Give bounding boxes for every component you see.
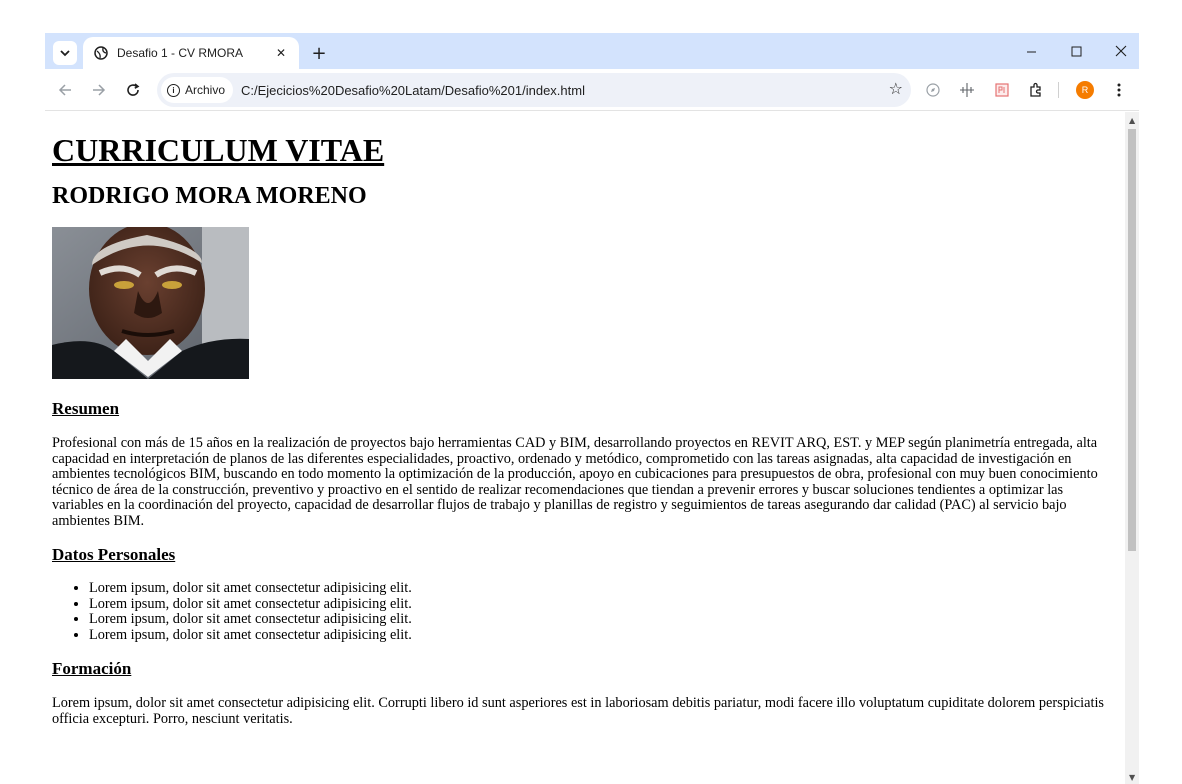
section-heading-formacion: Formación: [52, 659, 132, 678]
back-button[interactable]: [53, 78, 77, 102]
maximize-button[interactable]: [1062, 39, 1090, 63]
list-item: Lorem ipsum, dolor sit amet consectetur …: [89, 627, 1118, 644]
vertical-scrollbar[interactable]: ▲ ▼: [1125, 112, 1139, 784]
minimize-button[interactable]: [1017, 39, 1045, 63]
page-content: CURRICULUM VITAE RODRIGO MORA MORENO Res…: [52, 112, 1118, 727]
list-item: Lorem ipsum, dolor sit amet consectetur …: [89, 596, 1118, 613]
bookmark-star-icon[interactable]: ☆: [889, 79, 903, 98]
url-text[interactable]: C:/Ejecicios%20Desafio%20Latam/Desafio%2…: [241, 83, 585, 98]
maximize-icon: [1071, 46, 1081, 56]
toolbar-separator: [1058, 82, 1059, 98]
pdf-extension-icon[interactable]: [992, 80, 1012, 100]
new-tab-button[interactable]: +: [307, 41, 331, 65]
reload-button[interactable]: [121, 78, 145, 102]
arrow-left-icon: [58, 84, 71, 96]
tab-active[interactable]: Desafio 1 - CV RMORA ✕: [83, 37, 299, 69]
formacion-text: Lorem ipsum, dolor sit amet consectetur …: [52, 695, 1104, 727]
globe-icon: [93, 45, 109, 61]
site-chip-label: Archivo: [185, 83, 226, 97]
scroll-up-arrow-icon[interactable]: ▲: [1129, 116, 1135, 125]
forward-button[interactable]: [87, 78, 111, 102]
reload-icon: [127, 83, 140, 96]
scroll-down-arrow-icon[interactable]: ▼: [1129, 773, 1135, 782]
page-title: CURRICULUM VITAE: [52, 132, 385, 168]
extensions-puzzle-icon[interactable]: [1026, 80, 1046, 100]
resumen-text: Profesional con más de 15 años en la rea…: [52, 435, 1098, 529]
minimize-icon: [1026, 51, 1036, 52]
section-heading-datos-personales: Datos Personales: [52, 545, 176, 564]
list-item: Lorem ipsum, dolor sit amet consectetur …: [89, 611, 1118, 628]
close-icon: [1115, 45, 1127, 57]
move-extension-icon[interactable]: [957, 80, 977, 100]
compass-extension-icon[interactable]: [923, 80, 943, 100]
profile-avatar[interactable]: R: [1076, 81, 1094, 99]
datos-personales-list: Lorem ipsum, dolor sit amet consectetur …: [52, 580, 1118, 644]
profile-photo: [52, 227, 249, 379]
list-item: Lorem ipsum, dolor sit amet consectetur …: [89, 580, 1118, 597]
close-window-button[interactable]: [1107, 39, 1135, 63]
close-tab-icon[interactable]: ✕: [273, 46, 289, 60]
tab-title: Desafio 1 - CV RMORA: [117, 46, 244, 60]
address-bar[interactable]: i Archivo C:/Ejecicios%20Desafio%20Latam…: [157, 73, 911, 107]
scrollbar-thumb[interactable]: [1128, 129, 1136, 551]
menu-kebab-icon[interactable]: [1107, 78, 1131, 102]
page-viewport: CURRICULUM VITAE RODRIGO MORA MORENO Res…: [45, 112, 1125, 784]
arrow-right-icon: [93, 84, 106, 96]
person-name: RODRIGO MORA MORENO: [52, 183, 367, 209]
tab-search-button[interactable]: [53, 41, 77, 65]
info-icon: i: [167, 83, 180, 97]
section-heading-resumen: Resumen: [52, 399, 120, 418]
site-info-chip[interactable]: i Archivo: [161, 77, 234, 103]
browser-toolbar: i Archivo C:/Ejecicios%20Desafio%20Latam…: [45, 69, 1139, 111]
chevron-down-icon: [60, 50, 70, 57]
browser-window: Desafio 1 - CV RMORA ✕ + i Archivo C:/Ej…: [45, 33, 1139, 784]
tab-strip: Desafio 1 - CV RMORA ✕ +: [45, 33, 1139, 69]
